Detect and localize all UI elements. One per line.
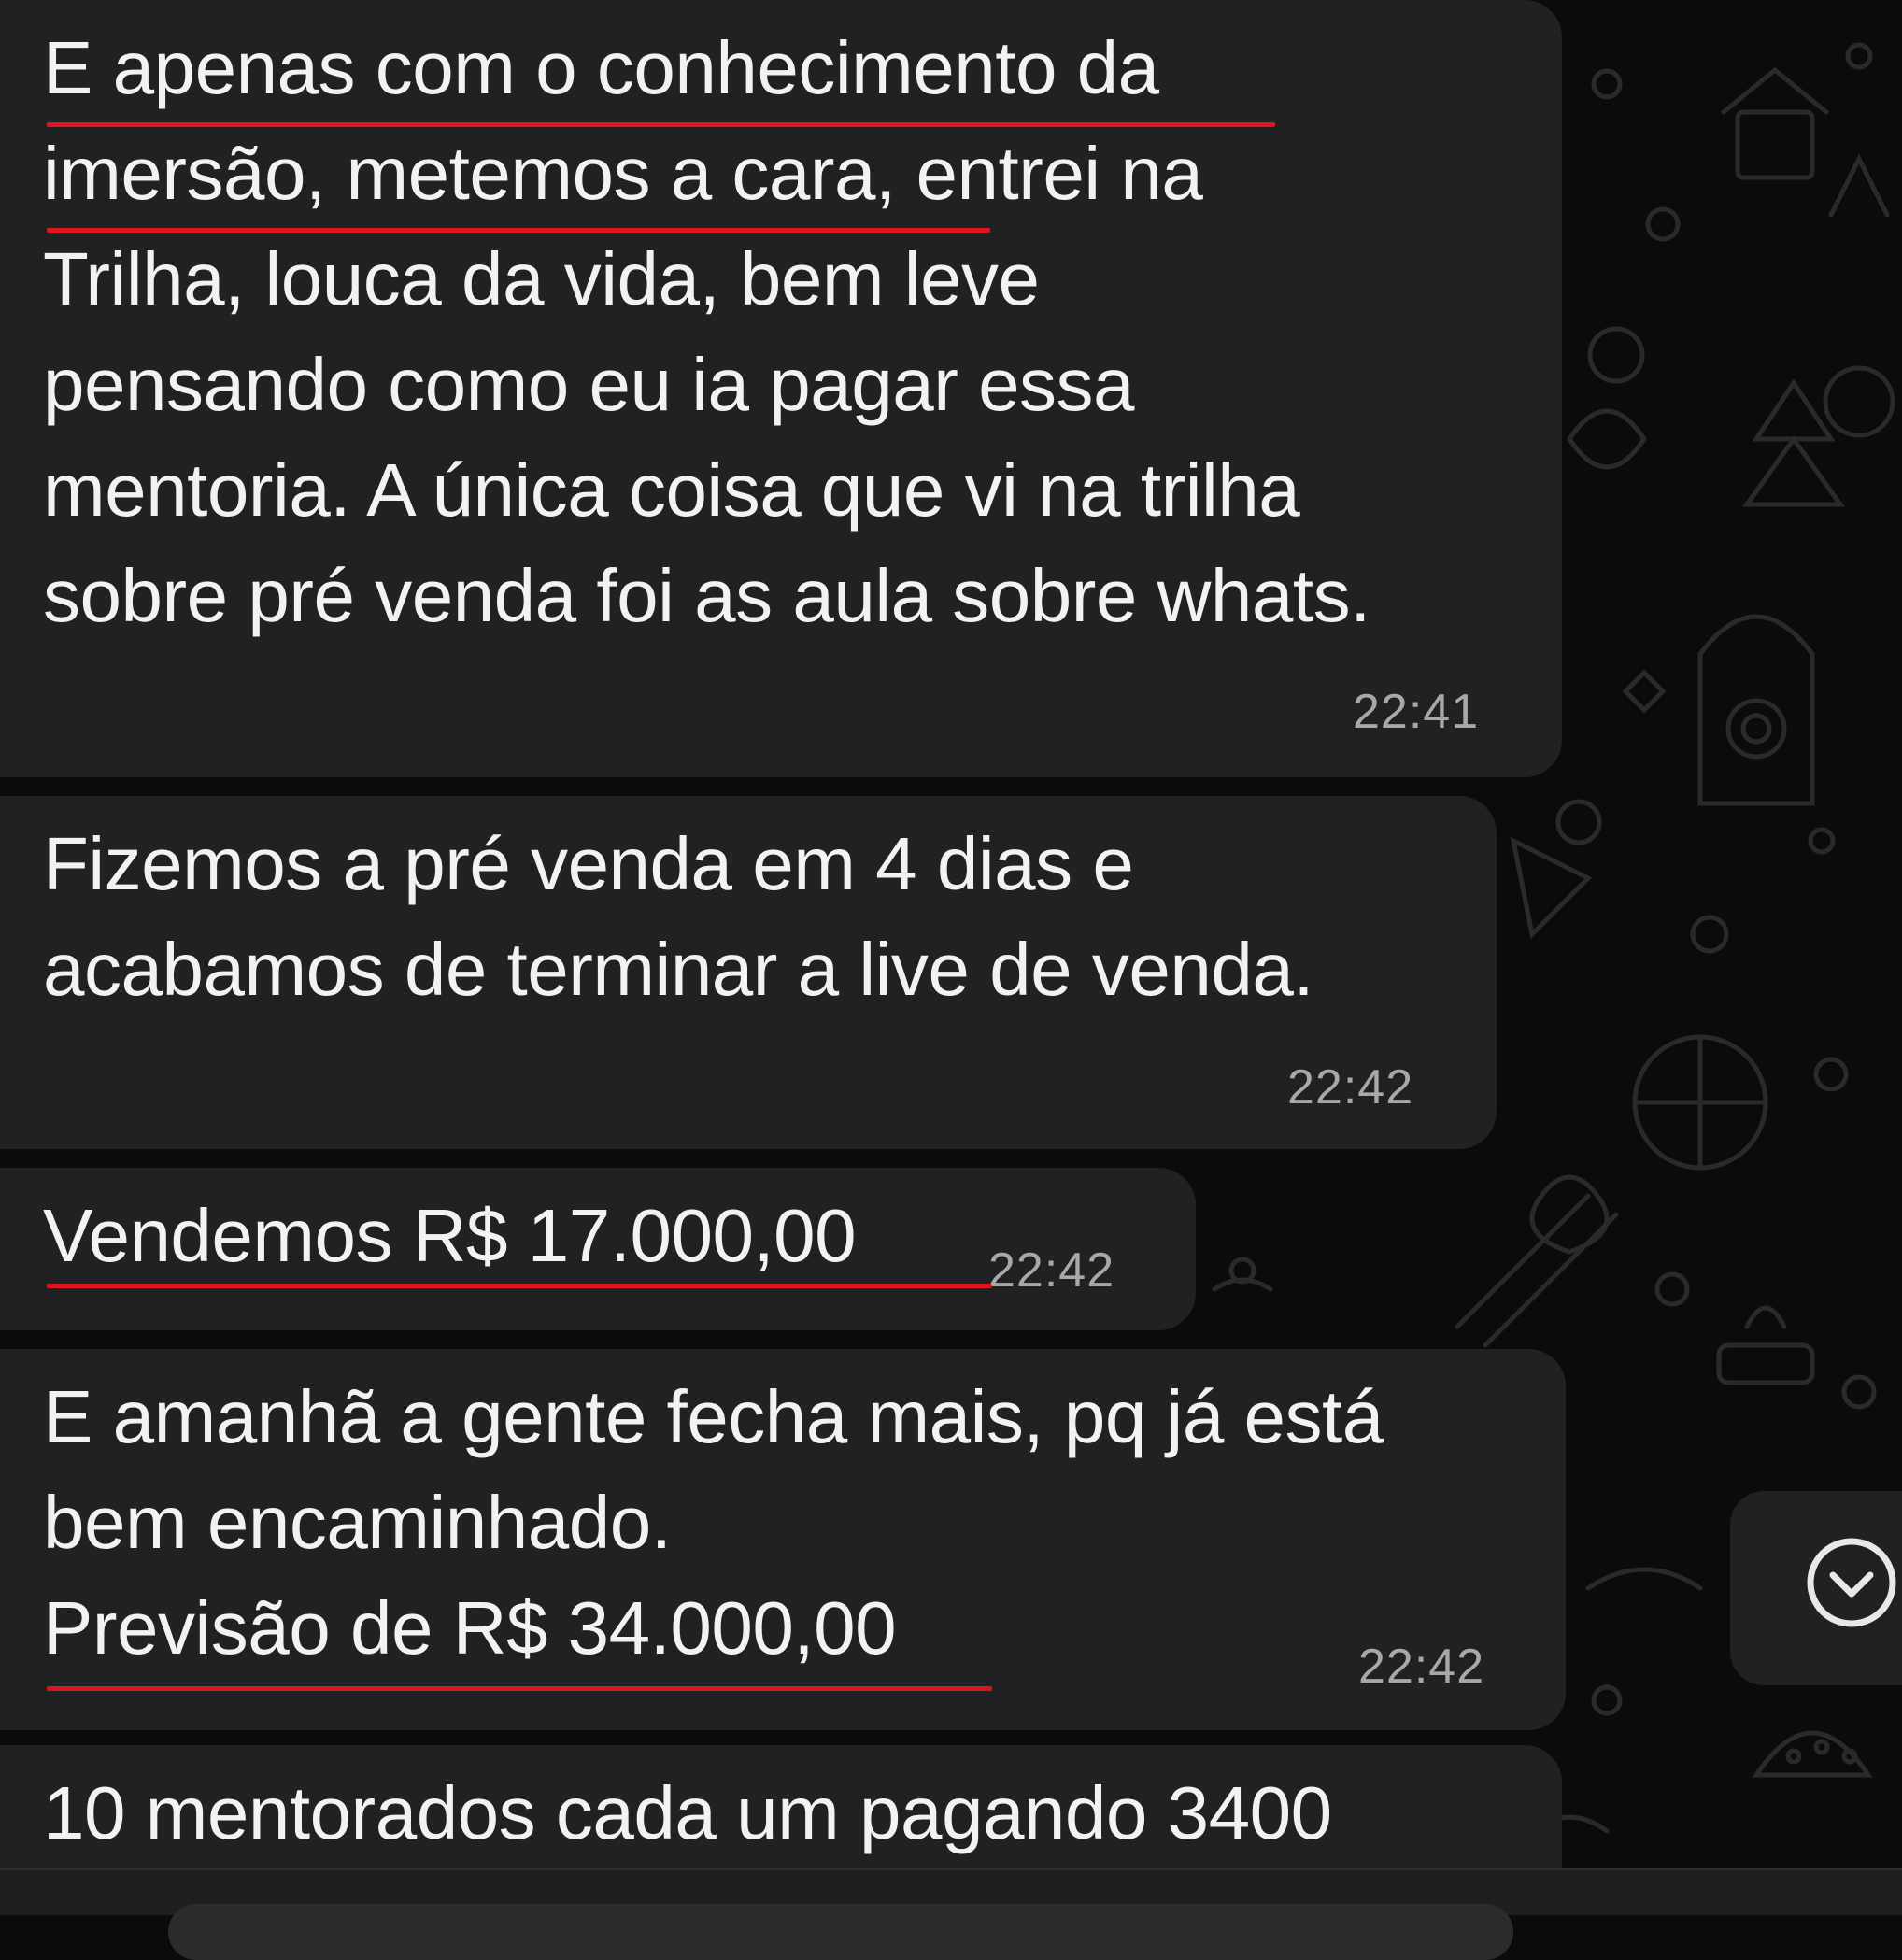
message-timestamp: 22:42 bbox=[1287, 1060, 1414, 1115]
message-text: Fizemos a pré venda em 4 dias e acabamos… bbox=[43, 822, 1314, 1011]
message-text: E amanhã a gente fecha mais, pq já está … bbox=[43, 1375, 1384, 1669]
message-timestamp: 22:42 bbox=[1358, 1640, 1485, 1694]
message-text: 10 mentorados cada um pagando 3400 bbox=[43, 1771, 1332, 1854]
message-text: E apenas com o conhecimento da imersão, … bbox=[43, 26, 1370, 637]
message-input[interactable] bbox=[168, 1904, 1513, 1960]
highlight-underline bbox=[47, 1686, 992, 1691]
message-bubble[interactable]: E apenas com o conhecimento da imersão, … bbox=[0, 0, 1562, 777]
scroll-to-bottom-button[interactable] bbox=[1730, 1491, 1902, 1685]
chevron-down-circle-icon bbox=[1807, 1538, 1896, 1627]
message-bubble[interactable]: Vendemos R$ 17.000,00 22:42 bbox=[0, 1168, 1196, 1330]
highlight-underline bbox=[47, 228, 990, 233]
message-bubble[interactable]: E amanhã a gente fecha mais, pq já está … bbox=[0, 1349, 1566, 1730]
message-bubble[interactable]: Fizemos a pré venda em 4 dias e acabamos… bbox=[0, 796, 1497, 1149]
message-timestamp: 22:42 bbox=[988, 1243, 1115, 1298]
message-composer-bar bbox=[0, 1868, 1902, 1960]
highlight-underline bbox=[47, 1284, 992, 1288]
message-timestamp: 22:41 bbox=[1353, 685, 1480, 739]
highlight-underline bbox=[47, 122, 1275, 127]
